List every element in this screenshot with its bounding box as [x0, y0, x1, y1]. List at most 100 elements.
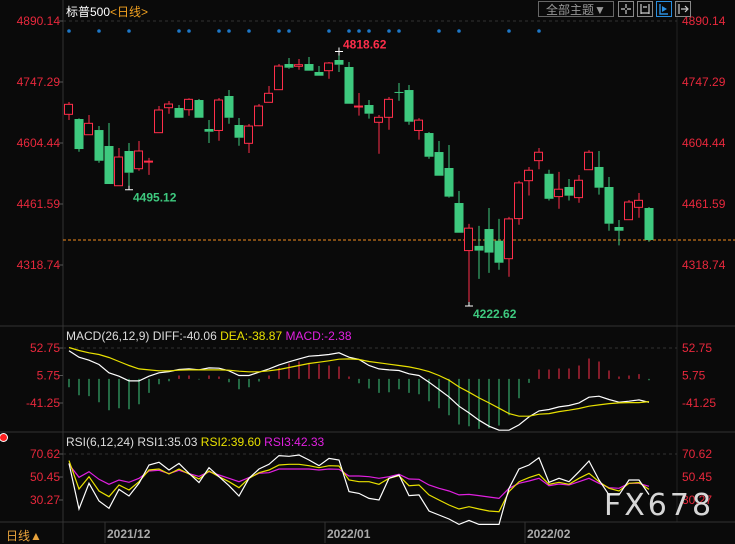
alert-dot-icon	[0, 434, 7, 441]
theme-dropdown-button[interactable]: 全部主题▼	[538, 1, 614, 17]
candle-up	[244, 125, 253, 144]
macd-axis-label-left: 52.75	[30, 341, 60, 355]
macd-axis-label-left: 5.75	[37, 369, 61, 383]
rsi2-value: RSI2:39.60	[200, 435, 261, 449]
crosshair-icon[interactable]	[618, 1, 634, 17]
candle-down	[314, 72, 324, 76]
candle-down	[604, 187, 614, 224]
candle-down	[564, 187, 574, 196]
macd-hist-value: MACD:-2.38	[285, 329, 352, 343]
event-marker	[277, 29, 281, 33]
candle-up	[414, 119, 423, 131]
low-price-label: 4495.12	[133, 191, 177, 205]
price-axis-label-left: 4747.29	[17, 75, 61, 89]
candle-up	[534, 151, 543, 162]
event-marker	[67, 29, 71, 33]
rsi-axis-label-left: 70.62	[30, 447, 60, 461]
candle-up	[624, 201, 633, 221]
candle-down	[104, 146, 114, 185]
range-icon[interactable]	[637, 1, 653, 17]
macd-axis-label-right: 52.75	[682, 341, 712, 355]
candle-down	[594, 166, 604, 188]
event-marker	[357, 29, 361, 33]
event-marker	[127, 29, 131, 33]
candle-down	[544, 173, 554, 199]
macd-axis-label-right: 5.75	[682, 369, 706, 383]
candle-up	[274, 65, 283, 91]
event-marker	[287, 29, 291, 33]
candle-up	[504, 218, 513, 260]
event-marker	[437, 29, 441, 33]
candle-down	[424, 133, 434, 157]
extreme-marker	[125, 185, 133, 191]
event-marker	[217, 29, 221, 33]
extreme-marker	[465, 302, 473, 307]
candle-down	[454, 203, 464, 233]
price-axis-label-right: 4604.44	[682, 136, 726, 150]
time-axis-label: 2022/02	[527, 527, 571, 541]
diff-line	[68, 350, 650, 431]
extreme-marker	[335, 47, 343, 56]
price-axis-label-right: 4747.29	[682, 75, 726, 89]
candle-down	[344, 67, 354, 104]
event-marker	[507, 29, 511, 33]
rsi2-line	[68, 460, 650, 513]
play-cursor-icon[interactable]	[656, 1, 672, 17]
instrument-name: 标普500	[66, 5, 111, 19]
macd-axis-label-right: -41.25	[682, 396, 716, 410]
candle-down	[364, 105, 374, 114]
move-right-icon[interactable]	[675, 1, 691, 17]
price-axis-label-left: 4461.59	[17, 197, 61, 211]
rsi1-line	[68, 454, 650, 526]
candle-up	[584, 151, 593, 171]
candle-up	[524, 169, 533, 182]
stock-chart[interactable]: 4890.14 4890.144747.29 4747.294604.44 4604.…	[0, 0, 735, 543]
rsi-axis-label-left: 30.27	[30, 493, 60, 507]
candle-up	[214, 99, 223, 131]
macd-diff-value: DIFF:-40.06	[152, 329, 217, 343]
candle-down	[394, 91, 404, 93]
event-marker	[537, 29, 541, 33]
rsi1-value: RSI1:35.03	[137, 435, 198, 449]
candle-up	[384, 98, 393, 118]
event-marker	[187, 29, 191, 33]
event-marker	[397, 29, 401, 33]
candle-up	[354, 105, 363, 108]
candle-down	[234, 124, 244, 138]
candle-down	[304, 64, 314, 71]
event-marker	[247, 29, 251, 33]
macd-axis-label-left: -41.25	[26, 396, 60, 410]
candle-up	[554, 188, 563, 198]
candle-down	[74, 119, 84, 150]
macd-dea-value: DEA:-38.87	[220, 329, 283, 343]
period-switch-button[interactable]: 日线▲	[6, 527, 42, 544]
event-marker	[387, 29, 391, 33]
event-marker	[457, 29, 461, 33]
candle-up	[154, 109, 163, 134]
candle-down	[434, 152, 444, 176]
macd-legend: MACD(26,12,9) DIFF:-40.06 DEA:-38.87 MAC…	[66, 329, 352, 343]
rsi-axis-label-left: 50.45	[30, 470, 60, 484]
candle-up	[634, 199, 643, 208]
candle-up	[464, 227, 473, 252]
time-axis-label: 2022/01	[327, 527, 371, 541]
event-marker	[367, 29, 371, 33]
candle-down	[124, 151, 134, 173]
candle-down	[174, 108, 184, 118]
event-marker	[177, 29, 181, 33]
high-price-label: 4818.62	[343, 38, 387, 52]
candle-down	[224, 96, 234, 118]
low-price-label: 4222.62	[473, 307, 517, 321]
candle-up	[514, 182, 523, 220]
candle-up	[294, 64, 303, 67]
time-axis-label: 2021/12	[107, 527, 151, 541]
event-marker	[347, 29, 351, 33]
event-marker	[97, 29, 101, 33]
candle-down	[444, 167, 454, 197]
rsi-axis-label-right: 50.45	[682, 470, 712, 484]
price-axis-label-right: 4461.59	[682, 197, 726, 211]
candle-up	[64, 103, 73, 115]
candle-up	[374, 116, 383, 123]
candle-up	[324, 62, 333, 72]
chart-title: 标普500<日线>	[66, 3, 148, 20]
